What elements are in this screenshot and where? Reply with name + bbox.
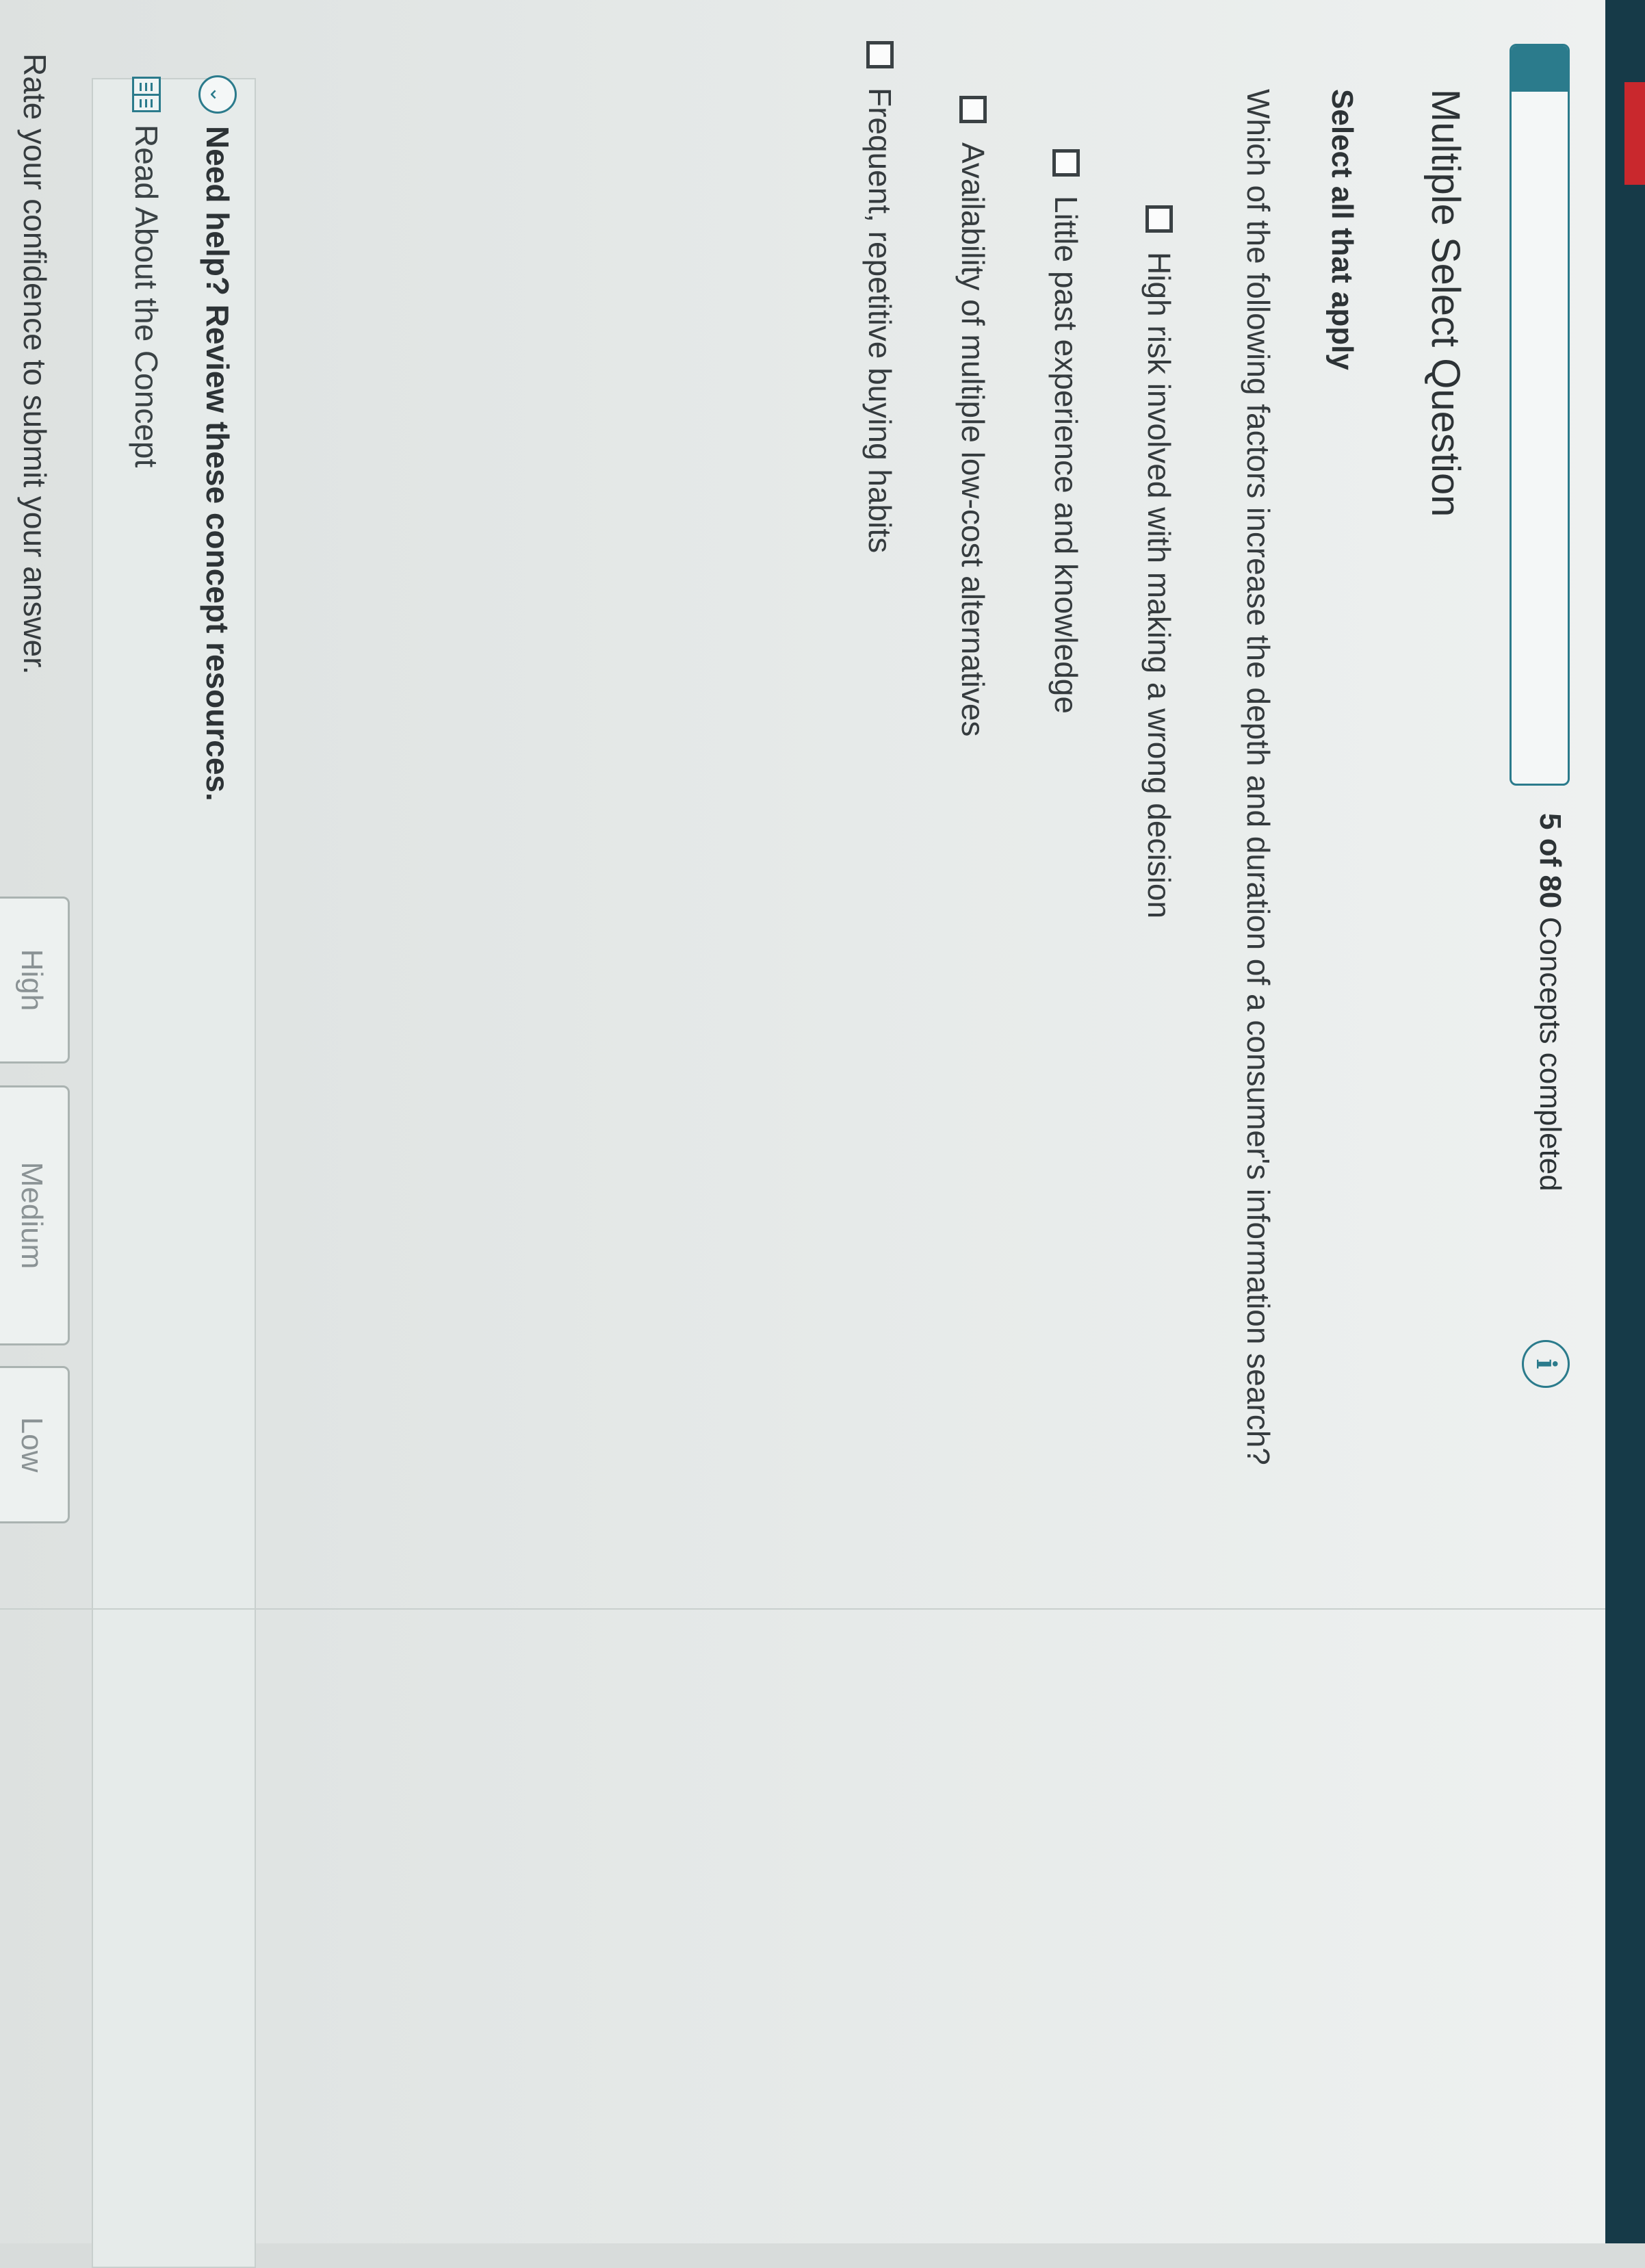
page-divider: [0, 1608, 1605, 1610]
confidence-high-button[interactable]: High: [0, 897, 70, 1064]
option-2[interactable]: Little past experience and knowledge: [1044, 149, 1088, 714]
progress-suffix: Concepts completed: [1533, 908, 1567, 1191]
progress-status: 5 of 80 Concepts completed: [1533, 813, 1567, 1191]
option-4[interactable]: Frequent, repetitive buying habits: [858, 41, 902, 553]
question-page: 5 of 80 Concepts completed i Multiple Se…: [0, 0, 1605, 2268]
option-1[interactable]: High risk involved with making a wrong d…: [1137, 205, 1181, 918]
alert-tab: [1624, 82, 1645, 185]
help-toggle[interactable]: ⌄ Need help? Review these concept resour…: [197, 75, 238, 801]
progress-fill: [1512, 46, 1568, 92]
option-2-label: Little past experience and knowledge: [1048, 196, 1084, 714]
checkbox-3[interactable]: [959, 96, 987, 123]
right-edge-bar: [1605, 0, 1645, 2243]
checkbox-1[interactable]: [1145, 205, 1173, 233]
confidence-low-button[interactable]: Low: [0, 1366, 70, 1523]
question-instruction: Select all that apply: [1325, 89, 1359, 370]
question-type-title: Multiple Select Question: [1423, 89, 1468, 517]
checkbox-4[interactable]: [866, 41, 894, 68]
checkbox-2[interactable]: [1052, 149, 1080, 177]
option-3[interactable]: Availability of multiple low-cost altern…: [951, 96, 995, 736]
progress-count: 5 of 80: [1533, 813, 1567, 909]
progress-bar: [1510, 44, 1570, 786]
option-4-label: Frequent, repetitive buying habits: [862, 88, 898, 554]
read-concept-link[interactable]: Read About the Concept: [125, 77, 168, 467]
confidence-prompt: Rate your confidence to submit your answ…: [17, 53, 53, 675]
book-icon: [132, 77, 161, 112]
chevron-down-icon: ⌄: [198, 75, 237, 114]
question-prompt: Which of the following factors increase …: [1241, 89, 1276, 1465]
help-title: Need help? Review these concept resource…: [200, 126, 235, 801]
info-icon[interactable]: i: [1522, 1340, 1570, 1388]
option-1-label: High risk involved with making a wrong d…: [1141, 252, 1177, 919]
option-3-label: Availability of multiple low-cost altern…: [955, 142, 991, 737]
confidence-medium-button[interactable]: Medium: [0, 1085, 70, 1345]
read-concept-label: Read About the Concept: [129, 125, 164, 468]
